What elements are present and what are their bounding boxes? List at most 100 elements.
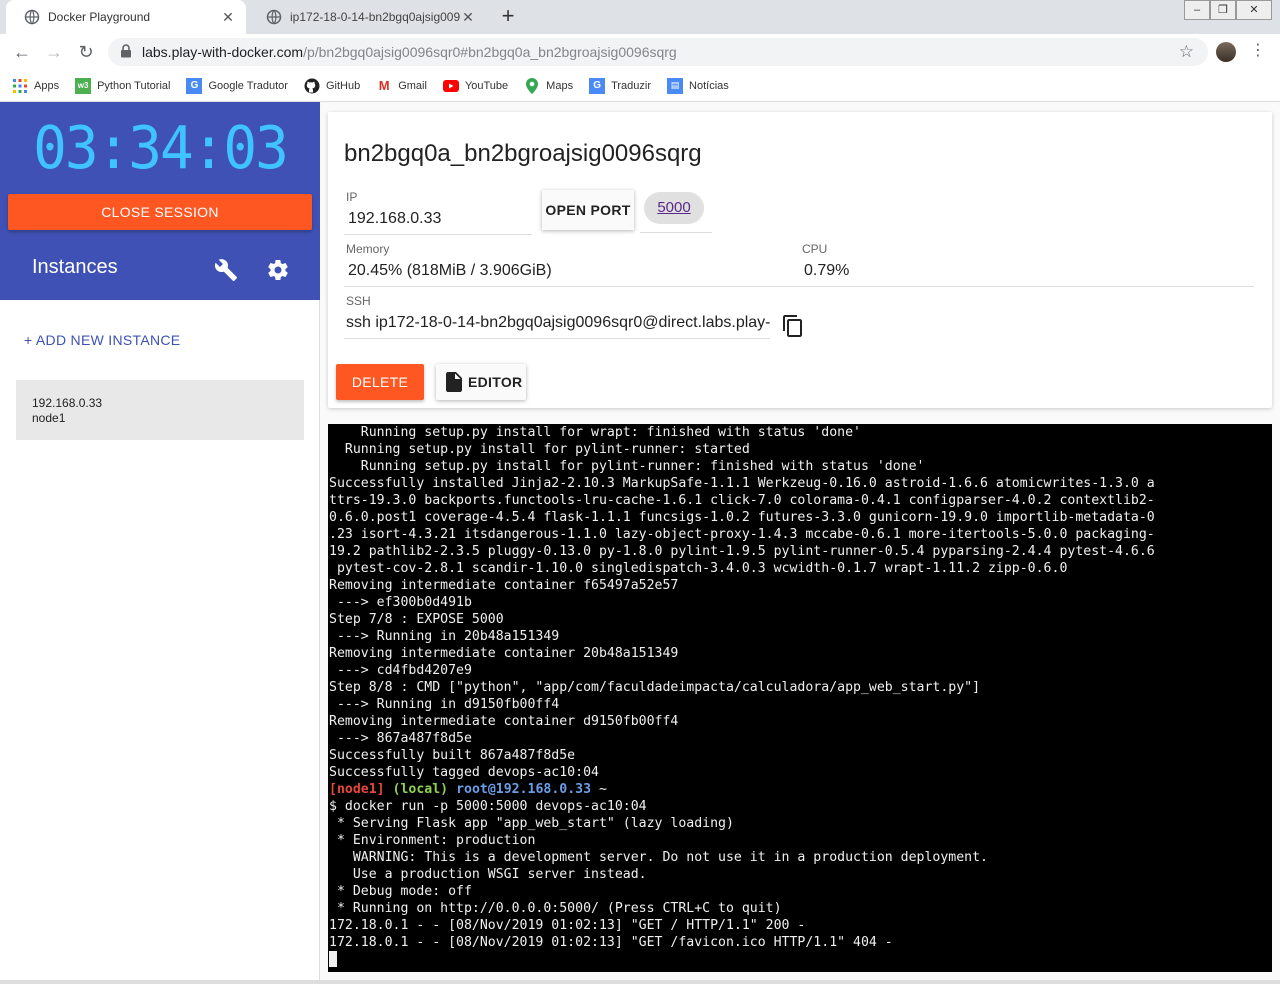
close-window-button[interactable]: ✕: [1236, 0, 1272, 20]
port-5000-link[interactable]: 5000: [644, 192, 704, 224]
terminal-line: 172.18.0.1 - - [08/Nov/2019 01:02:13] "G…: [329, 935, 893, 950]
bookmark-google-tradutor[interactable]: G Google Tradutor: [186, 77, 288, 94]
terminal[interactable]: Running setup.py install for wrapt: fini…: [328, 424, 1272, 972]
prompt-path: ~: [591, 782, 607, 797]
news-icon: ▤: [667, 77, 684, 94]
open-port-button[interactable]: OPEN PORT: [542, 190, 634, 230]
browser-menu-icon[interactable]: ⋮: [1250, 40, 1266, 60]
bookmark-youtube[interactable]: YouTube: [442, 78, 509, 94]
maps-icon: [524, 77, 540, 94]
tab-terminal-host[interactable]: ip172-18-0-14-bn2bgq0ajsig0096sq ✕: [248, 0, 486, 34]
bookmark-noticias[interactable]: ▤ Notícias: [667, 77, 729, 94]
bookmarks-bar: Apps w3 Python Tutorial G Google Traduto…: [0, 70, 1280, 102]
ssh-command-field[interactable]: ssh ip172-18-0-14-bn2bgq0ajsig0096sqr0@d…: [344, 314, 770, 339]
terminal-line: ---> 867a487f8d5e: [329, 731, 472, 746]
main-content: bn2bgq0a_bn2bgroajsig0096sqrg IP 192.168…: [320, 102, 1280, 984]
url-host: labs.play-with-docker.com: [142, 44, 304, 60]
terminal-line: $ docker run -p 5000:5000 devops-ac10:04: [329, 799, 647, 814]
translate-icon: G: [589, 77, 606, 94]
instance-list-item[interactable]: 192.168.0.33 node1: [16, 380, 304, 440]
terminal-line: Successfully built 867a487f8d5e: [329, 748, 576, 763]
add-new-instance-button[interactable]: + ADD NEW INSTANCE: [24, 332, 180, 348]
bookmark-label: YouTube: [464, 79, 509, 92]
delete-instance-button[interactable]: DELETE: [336, 364, 424, 400]
terminal-line: Use a production WSGI server instead.: [329, 867, 647, 882]
terminal-line: 19.2 pathlib2-2.3.5 pluggy-0.13.0 py-1.8…: [329, 544, 1155, 559]
wrench-icon[interactable]: [214, 258, 238, 282]
terminal-line: Removing intermediate container d9150fb0…: [329, 714, 679, 729]
terminal-line: * Running on http://0.0.0.0:5000/ (Press…: [329, 901, 782, 916]
terminal-line: * Debug mode: off: [329, 884, 472, 899]
editor-button[interactable]: EDITOR: [436, 364, 526, 400]
terminal-line: pytest-cov-2.8.1 scandir-1.10.0 singledi…: [329, 561, 1068, 576]
globe-icon: [24, 9, 40, 25]
terminal-output: $ docker run -p 5000:5000 devops-ac10:04…: [329, 798, 1271, 951]
close-session-button[interactable]: CLOSE SESSION: [8, 194, 312, 230]
terminal-cursor-line: [329, 951, 1271, 968]
instance-name: node1: [32, 411, 66, 425]
terminal-line: Step 8/8 : CMD ["python", "app/com/facul…: [329, 680, 981, 695]
close-tab-icon[interactable]: ✕: [460, 9, 476, 26]
tab-docker-playground[interactable]: Docker Playground ✕: [6, 0, 246, 34]
bookmark-label: GitHub: [325, 79, 361, 92]
terminal-cursor: [329, 951, 337, 967]
bookmark-label: Traduzir: [611, 79, 652, 92]
minimize-window-button[interactable]: –: [1184, 0, 1210, 20]
globe-icon: [266, 9, 282, 25]
bookmark-maps[interactable]: Maps: [524, 77, 574, 94]
file-icon: [446, 372, 462, 392]
bookmark-python-tutorial[interactable]: w3 Python Tutorial: [75, 77, 170, 94]
terminal-line: Running setup.py install for pylint-runn…: [329, 442, 750, 457]
ip-label: IP: [346, 190, 358, 204]
terminal-line: Step 7/8 : EXPOSE 5000: [329, 612, 504, 627]
restore-window-button[interactable]: ❐: [1210, 0, 1236, 20]
youtube-icon: [442, 78, 459, 94]
forward-button[interactable]: →: [42, 40, 66, 64]
ip-value: 192.168.0.33: [344, 210, 532, 235]
instance-title: bn2bgq0a_bn2bgroajsig0096sqrg: [344, 140, 702, 167]
terminal-line: Running setup.py install for pylint-runn…: [329, 459, 925, 474]
bookmark-label: Google Tradutor: [208, 79, 288, 92]
cpu-value: 0.79%: [800, 262, 1254, 287]
browser-tab-bar: Docker Playground ✕ ip172-18-0-14-bn2bgq…: [0, 0, 1280, 34]
w3schools-icon: w3: [75, 77, 92, 94]
page-bottom-edge: [0, 980, 1280, 984]
editor-label: EDITOR: [468, 374, 523, 390]
bookmark-star-icon[interactable]: ☆: [1179, 42, 1194, 62]
gear-icon[interactable]: [266, 258, 290, 282]
bookmark-gmail[interactable]: M Gmail: [376, 78, 427, 94]
browser-toolbar: ← → ↻ labs.play-with-docker.com/p/bn2bgq…: [0, 34, 1280, 70]
close-tab-icon[interactable]: ✕: [220, 9, 236, 26]
bookmark-label: Gmail: [398, 79, 427, 92]
tab-title: Docker Playground: [48, 10, 151, 24]
translate-icon: G: [186, 77, 203, 94]
terminal-line: Successfully tagged devops-ac10:04: [329, 765, 599, 780]
sidebar-header: 03:34:03 CLOSE SESSION Instances: [0, 102, 320, 300]
back-button[interactable]: ←: [10, 40, 34, 64]
terminal-line: WARNING: This is a development server. D…: [329, 850, 988, 865]
terminal-line: Successfully installed Jinja2-2.10.3 Mar…: [329, 476, 1155, 491]
terminal-line: Removing intermediate container f65497a5…: [329, 578, 679, 593]
bookmark-apps[interactable]: Apps: [12, 78, 59, 94]
new-tab-button[interactable]: +: [496, 5, 520, 29]
terminal-line: ---> ef300b0d491b: [329, 595, 472, 610]
terminal-line: 172.18.0.1 - - [08/Nov/2019 01:02:13] "G…: [329, 918, 806, 933]
address-bar[interactable]: labs.play-with-docker.com/p/bn2bgq0ajsig…: [108, 38, 1208, 66]
bookmark-github[interactable]: GitHub: [304, 78, 360, 94]
memory-value: 20.45% (818MiB / 3.906GiB): [344, 262, 800, 287]
bookmark-label: Apps: [34, 79, 60, 92]
session-timer: 03:34:03: [33, 114, 289, 183]
terminal-output: Running setup.py install for wrapt: fini…: [329, 424, 1271, 781]
reload-button[interactable]: ↻: [74, 40, 98, 64]
bookmark-label: Maps: [546, 79, 574, 92]
terminal-line: ---> Running in d9150fb00ff4: [329, 697, 560, 712]
memory-label: Memory: [346, 242, 390, 256]
terminal-line: 0.6.0.post1 coverage-4.5.4 flask-1.1.1 f…: [329, 510, 1155, 525]
profile-avatar[interactable]: [1216, 42, 1236, 62]
terminal-line: Removing intermediate container 20b48a15…: [329, 646, 679, 661]
terminal-line: * Serving Flask app "app_web_start" (laz…: [329, 816, 734, 831]
lock-icon: [120, 43, 134, 61]
gmail-icon: M: [378, 78, 390, 93]
bookmark-traduzir[interactable]: G Traduzir: [589, 77, 652, 94]
copy-icon[interactable]: [782, 314, 804, 338]
